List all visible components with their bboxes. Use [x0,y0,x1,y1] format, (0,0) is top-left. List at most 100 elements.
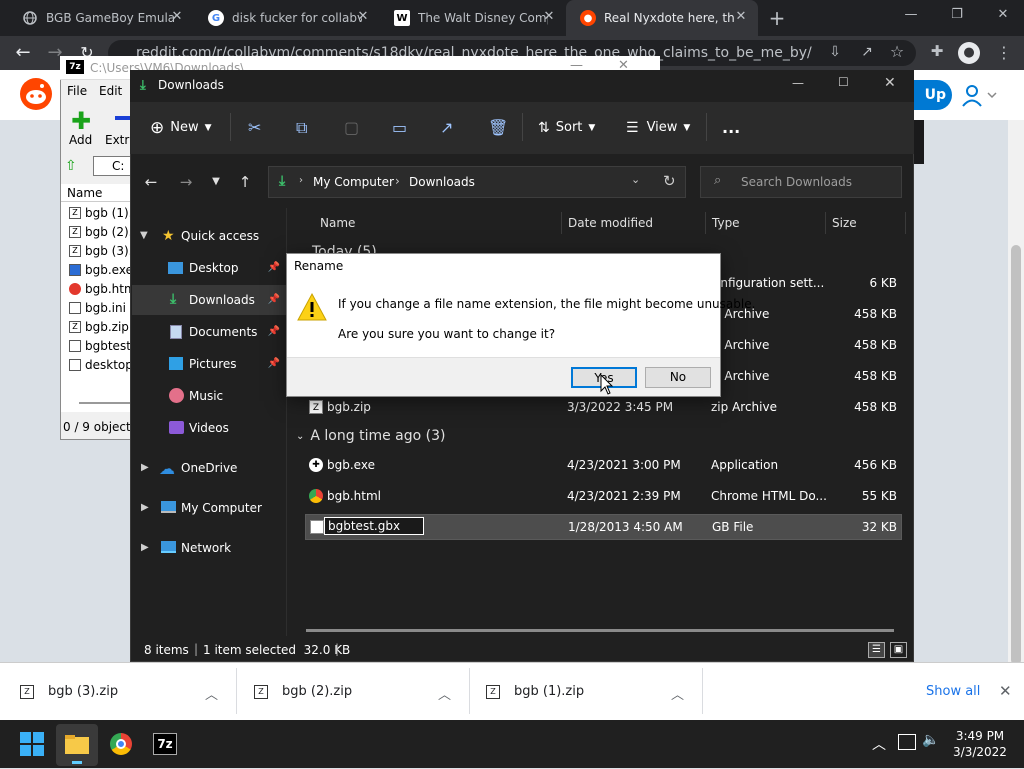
close-icon[interactable]: ✕ [356,10,370,24]
group-header-long-ago[interactable]: ⌄ A long time ago (3) [296,428,445,444]
download-item[interactable]: Z bgb (3).zip [20,684,118,699]
nav-my-computer[interactable]: ▶ My Computer [132,493,286,523]
column-type[interactable]: Type [706,212,826,234]
list-item[interactable]: Zbgb (2).z [69,225,139,239]
cut-button[interactable]: ✂ [248,116,261,140]
taskbar-chrome-icon[interactable] [110,733,132,755]
taskbar-7zip-icon[interactable]: 7z [153,733,177,755]
view-button[interactable]: ☰ View ▼ [626,116,690,140]
close-window-icon[interactable]: ✕ [980,0,1024,30]
no-button[interactable]: No [645,367,711,388]
list-item[interactable]: Zbgb.zip [69,320,129,334]
bookmark-star-icon[interactable]: ☆ [888,42,906,61]
close-window-icon[interactable]: ✕ [884,75,896,91]
search-input[interactable]: Search Downloads [700,166,902,198]
column-date-modified[interactable]: Date modified [562,212,706,234]
refresh-icon[interactable]: ↻ [663,172,676,190]
share-button[interactable]: ↗ [440,116,453,140]
list-item[interactable]: bgb.htm [69,282,136,296]
menu-dots-icon[interactable]: ⋮ [996,42,1012,64]
forward-icon[interactable]: → [175,172,197,192]
nav-network[interactable]: ▶ Network [132,533,286,563]
breadcrumb-downloads[interactable]: Downloads [409,175,475,189]
page-scrollbar-thumb[interactable] [1011,245,1021,665]
browser-tab-bgb[interactable]: BGB GameBoy Emulato ✕ [8,0,194,36]
profile-icon[interactable]: ● [958,42,980,64]
delete-button[interactable]: 🗑 [488,116,508,140]
horizontal-scrollbar[interactable] [306,629,894,632]
signup-button[interactable]: Up [912,80,952,110]
tiles-view-icon[interactable]: ▣ [890,642,907,658]
download-item[interactable]: Z bgb (1).zip [486,684,584,699]
folder-up-icon[interactable]: ⇧ [65,158,77,174]
maximize-icon[interactable]: ❐ [934,0,980,30]
install-icon[interactable]: ⇩ [826,44,844,62]
pin-icon[interactable]: 📌 [268,262,280,273]
column-name[interactable]: Name [314,212,562,234]
reddit-logo[interactable] [20,78,52,110]
recent-locations-icon[interactable]: ▼ [205,172,227,192]
nav-quick-access[interactable]: ▼ ★ Quick access [132,221,286,251]
nav-documents[interactable]: Documents 📌 [132,317,286,347]
nav-downloads[interactable]: ⤓ Downloads 📌 [132,285,286,315]
list-item[interactable]: bgb.ini [69,301,126,315]
table-row[interactable]: Z bgb.zip 3/3/2022 3:45 PM zip Archive 4… [305,394,902,420]
details-view-icon[interactable]: ☰ [868,642,885,658]
browser-tab-wikipedia[interactable]: W The Walt Disney Comp ✕ [380,0,566,36]
new-tab-button[interactable]: + [764,5,790,31]
browser-tab-reddit[interactable]: ● Real Nyxdote here, the ✕ [566,0,758,36]
table-row[interactable]: bgb.html 4/23/2021 2:39 PM Chrome HTML D… [305,483,902,509]
chevron-up-icon[interactable]: ︿ [671,684,684,703]
system-clock[interactable]: 3:49 PM 3/3/2022 [940,728,1020,760]
add-button-label[interactable]: Add [69,133,92,147]
browser-tab-google[interactable]: G disk fucker for collabv ✕ [194,0,380,36]
new-button[interactable]: ⊕ New ▼ [150,116,212,140]
table-row[interactable]: ✚ bgb.exe 4/23/2021 3:00 PM Application … [305,452,902,478]
show-all-button[interactable]: Show all [926,684,980,699]
taskbar-explorer-button[interactable] [56,724,98,766]
nav-music[interactable]: Music [132,381,286,411]
nav-onedrive[interactable]: ▶ ☁ OneDrive [132,453,286,483]
volume-icon[interactable]: 🔈 [922,732,939,748]
up-icon[interactable]: ↑ [234,172,256,192]
download-item[interactable]: Z bgb (2).zip [254,684,352,699]
rename-button[interactable]: ▭ [392,116,407,140]
chevron-down-icon[interactable]: ⌄ [631,173,640,186]
minimize-icon[interactable]: — [792,76,804,90]
windows-start-icon[interactable] [20,732,44,756]
paste-button[interactable]: ▢ [344,116,359,140]
pin-icon[interactable]: 📌 [268,358,280,369]
nav-desktop[interactable]: Desktop 📌 [132,253,286,283]
maximize-icon[interactable]: ☐ [838,75,849,89]
nav-pictures[interactable]: Pictures 📌 [132,349,286,379]
close-icon[interactable]: ✕ [170,10,184,24]
nav-videos[interactable]: Videos [132,413,286,443]
menu-file[interactable]: File [67,84,87,98]
column-name[interactable]: Name [67,186,102,200]
user-menu-icon[interactable] [960,82,997,108]
close-icon[interactable]: ✕ [542,10,556,24]
menu-edit[interactable]: Edit [99,84,122,98]
extensions-icon[interactable]: ✚ [928,42,946,60]
minimize-icon[interactable]: — [888,0,934,30]
list-item[interactable]: Zbgb (1).z [69,206,139,220]
close-icon[interactable]: ✕ [734,10,748,24]
chevron-up-icon[interactable]: ︿ [872,734,886,754]
share-icon[interactable]: ↗ [858,44,876,62]
chevron-up-icon[interactable]: ︿ [438,684,451,703]
pin-icon[interactable]: 📌 [268,326,280,337]
list-item[interactable]: Zbgb (3).z [69,244,139,258]
list-item[interactable]: bgb.exe [69,263,133,277]
copy-button[interactable]: ⧉ [296,116,307,140]
list-item[interactable]: desktop. [69,358,137,372]
more-options-button[interactable]: ... [722,116,740,140]
sort-button[interactable]: ⇅ Sort ▼ [538,116,595,140]
close-icon[interactable]: ✕ [999,682,1012,700]
rename-input[interactable]: bgbtest.gbx [324,517,424,535]
add-icon[interactable]: ✚ [71,109,91,133]
network-status-icon[interactable] [898,734,916,750]
explorer-titlebar[interactable]: ⤓ Downloads — ☐ ✕ [130,70,914,102]
back-icon[interactable]: ← [12,42,34,64]
pin-icon[interactable]: 📌 [268,294,280,305]
column-size[interactable]: Size [826,212,906,234]
